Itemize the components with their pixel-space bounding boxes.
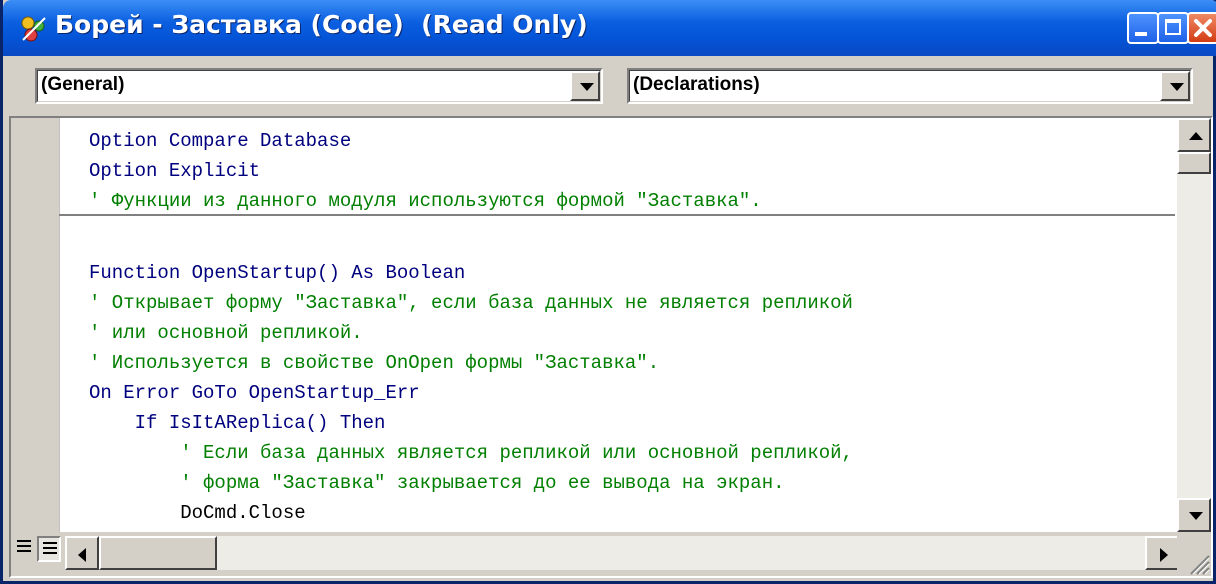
- full-module-view-button[interactable]: [37, 536, 61, 562]
- code-editor[interactable]: Option Compare Database Option Explicit …: [9, 116, 1213, 578]
- maximize-button[interactable]: [1157, 12, 1189, 44]
- arrow-left-icon: [78, 548, 86, 562]
- arrow-right-icon: [1160, 548, 1168, 562]
- scroll-down-button[interactable]: [1177, 498, 1211, 532]
- chevron-down-icon: [580, 83, 594, 91]
- vertical-scrollbar[interactable]: [1177, 118, 1211, 532]
- code-line[interactable]: ' форма "Заставка" закрывается до ее выв…: [89, 468, 784, 498]
- code-line[interactable]: ' Используется в свойстве OnOpen формы "…: [89, 348, 659, 378]
- code-line[interactable]: ' или основной репликой.: [89, 318, 363, 348]
- scroll-up-button[interactable]: [1177, 118, 1211, 152]
- code-pane[interactable]: Option Compare Database Option Explicit …: [89, 126, 1179, 532]
- procedure-combo-dropdown-button[interactable]: [1160, 71, 1190, 101]
- code-line[interactable]: Option Compare Database: [89, 126, 351, 156]
- margin-indicator-bar[interactable]: [11, 118, 60, 532]
- code-line[interactable]: Option Explicit: [89, 156, 260, 186]
- procedure-combo-value: (Declarations): [633, 74, 760, 95]
- procedure-separator: [59, 214, 1175, 216]
- procedure-combo[interactable]: (Declarations): [627, 68, 1193, 104]
- full-module-view-icon: [43, 542, 57, 557]
- maximize-icon: [1165, 19, 1181, 35]
- scroll-right-button[interactable]: [1145, 536, 1179, 570]
- code-line[interactable]: ' Открывает форму "Заставка", если база …: [89, 288, 853, 318]
- code-line[interactable]: Function OpenStartup() As Boolean: [89, 258, 465, 288]
- procedure-view-icon: [17, 540, 31, 555]
- scroll-left-button[interactable]: [65, 536, 99, 570]
- resize-grip-icon[interactable]: [1177, 532, 1211, 576]
- arrow-up-icon: [1189, 132, 1203, 140]
- object-combo[interactable]: (General): [35, 68, 603, 104]
- minimize-button[interactable]: [1127, 12, 1159, 44]
- object-combo-value: (General): [41, 74, 125, 95]
- arrow-down-icon: [1189, 512, 1203, 520]
- object-combo-dropdown-button[interactable]: [570, 71, 600, 101]
- code-window: Борей - Заставка (Code) (Read Only) (Gen…: [0, 0, 1216, 584]
- editor-bottom-bar: [11, 532, 1211, 576]
- title-bar[interactable]: Борей - Заставка (Code) (Read Only): [3, 0, 1216, 56]
- close-button[interactable]: [1187, 12, 1216, 44]
- access-module-icon: [21, 16, 46, 42]
- code-line[interactable]: On Error GoTo OpenStartup_Err: [89, 378, 420, 408]
- window-title: Борей - Заставка (Code) (Read Only): [55, 10, 588, 39]
- vertical-scroll-thumb[interactable]: [1177, 152, 1211, 174]
- chevron-down-icon: [1170, 83, 1184, 91]
- code-line[interactable]: ' Функции из данного модуля используются…: [89, 186, 762, 216]
- horizontal-scrollbar[interactable]: [65, 536, 1179, 570]
- procedure-view-button[interactable]: [13, 536, 37, 562]
- code-line[interactable]: If IsItAReplica() Then: [89, 408, 386, 438]
- code-line[interactable]: ' Если база данных является репликой или…: [89, 438, 853, 468]
- code-line[interactable]: DoCmd.Close: [89, 498, 305, 528]
- minimize-icon: [1135, 32, 1147, 36]
- horizontal-scroll-thumb[interactable]: [99, 536, 217, 570]
- close-icon: [1194, 19, 1212, 37]
